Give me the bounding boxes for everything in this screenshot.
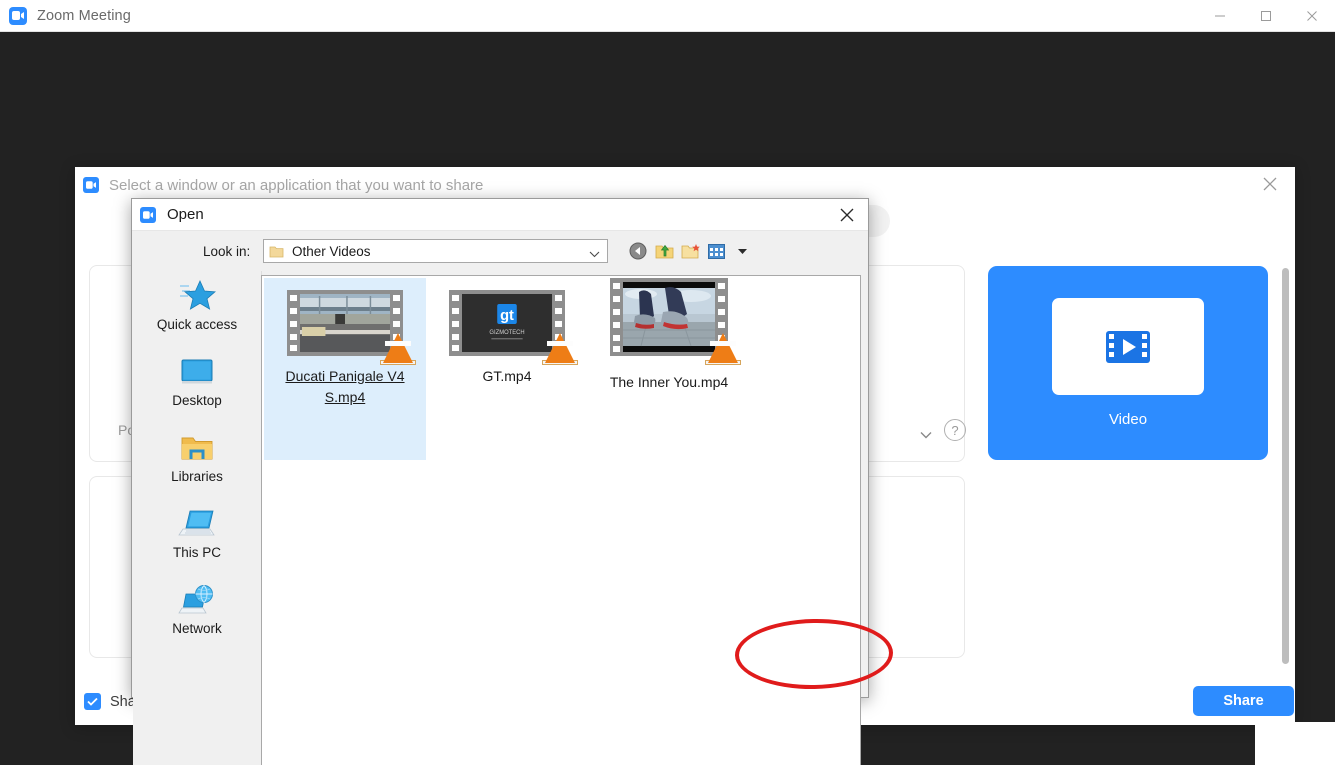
film-perforation: [555, 308, 562, 314]
zoom-camera-icon: [83, 177, 99, 193]
file-name-label: Ducati Panigale V4 S.mp4: [285, 368, 405, 405]
film-perforation: [613, 346, 620, 352]
close-icon[interactable]: [1289, 0, 1335, 31]
film-perforation: [452, 308, 459, 314]
place-network[interactable]: Network: [133, 575, 261, 651]
file-list-view[interactable]: Ducati Panigale V4 S.mp4 gt GIZMOTECH GT…: [261, 275, 861, 765]
share-source-video-label: Video: [1108, 411, 1148, 428]
views-icon[interactable]: [706, 241, 726, 261]
film-perforation: [393, 295, 400, 301]
zoom-camera-icon: [9, 6, 27, 25]
share-button[interactable]: Share: [1193, 686, 1294, 716]
file-name-label: GT.mp4: [482, 368, 532, 384]
look-in-combobox[interactable]: Other Videos: [263, 239, 608, 263]
question-mark-icon[interactable]: ?: [944, 419, 966, 441]
file-name-label: The Inner You.mp4: [609, 374, 729, 390]
place-label: Desktop: [172, 393, 222, 408]
film-perforation: [452, 345, 459, 351]
file-thumbnail: [610, 278, 741, 365]
film-perforation: [613, 309, 620, 315]
app-root: Zoom Meeting Select a window or an appli…: [0, 0, 1335, 765]
look-in-value: Other Videos: [292, 243, 371, 259]
film-perforation: [290, 295, 297, 301]
film-perforation: [290, 321, 297, 327]
film-perforation: [613, 322, 620, 328]
film-perforation: [393, 308, 400, 314]
vlc-cone-icon: [383, 333, 413, 363]
film-perforation: [718, 283, 725, 289]
film-perforation: [452, 321, 459, 327]
film-perforation: [555, 321, 562, 327]
overlap-artifact: [1255, 722, 1335, 765]
up-one-level-icon[interactable]: [654, 241, 674, 261]
open-file-dialog: Open Look in: Other Videos Quick access …: [131, 198, 870, 765]
chevron-down-icon[interactable]: [589, 245, 600, 263]
film-perforation: [555, 295, 562, 301]
film-perforation: [613, 283, 620, 289]
network-globe-icon: [177, 581, 217, 619]
look-in-row: Look in: Other Videos: [132, 238, 870, 270]
checkbox-checked-icon[interactable]: [84, 693, 101, 710]
film-perforation: [718, 296, 725, 302]
place-this-pc[interactable]: This PC: [133, 499, 261, 575]
dialog-title: Open: [167, 206, 204, 223]
os-titlebar: Zoom Meeting: [0, 0, 1335, 32]
file-thumbnail: [287, 290, 416, 365]
libraries-folder-icon: [178, 429, 216, 467]
file-thumbnail: gt GIZMOTECH: [449, 290, 578, 365]
os-window-title: Zoom Meeting: [37, 7, 131, 24]
film-perforation: [718, 309, 725, 315]
places-bar: Quick access Desktop Libraries This PC N…: [133, 271, 262, 765]
views-dropdown-icon[interactable]: [732, 241, 752, 261]
desktop-monitor-icon: [178, 353, 216, 391]
video-clip-icon: [1052, 298, 1204, 395]
film-perforation: [452, 295, 459, 301]
share-panel-scrollbar[interactable]: [1282, 268, 1289, 664]
dialog-titlebar: Open: [132, 199, 868, 231]
film-perforation: [290, 345, 297, 351]
thumbnail-image: gt GIZMOTECH: [462, 294, 552, 352]
thumbnail-image: [623, 282, 715, 352]
folder-icon: [269, 245, 284, 258]
quick-access-star-icon: [178, 277, 216, 315]
close-icon[interactable]: [1261, 175, 1281, 195]
place-label: Libraries: [171, 469, 223, 484]
film-perforation: [290, 334, 297, 340]
place-quick-access[interactable]: Quick access: [133, 271, 261, 347]
thumbnail-image: [300, 294, 390, 352]
look-in-label: Look in:: [203, 244, 251, 259]
film-perforation: [718, 322, 725, 328]
place-label: Network: [172, 621, 222, 636]
film-perforation: [613, 335, 620, 341]
back-icon[interactable]: [628, 241, 648, 261]
svg-text:gt: gt: [500, 308, 514, 324]
place-libraries[interactable]: Libraries: [133, 423, 261, 499]
this-pc-icon: [177, 505, 217, 543]
list-item[interactable]: gt GIZMOTECH GT.mp4: [426, 278, 588, 387]
share-source-video[interactable]: Video: [988, 266, 1268, 460]
list-item[interactable]: Ducati Panigale V4 S.mp4: [264, 278, 426, 460]
place-label: Quick access: [156, 317, 238, 332]
close-icon[interactable]: [836, 204, 858, 226]
film-perforation: [452, 334, 459, 340]
minimize-icon[interactable]: [1197, 0, 1243, 31]
vlc-cone-icon: [708, 333, 738, 363]
share-window-title: Select a window or an application that y…: [109, 176, 484, 194]
film-perforation: [613, 296, 620, 302]
zoom-camera-icon: [140, 206, 156, 223]
dialog-toolbar: [628, 239, 752, 263]
window-controls: [1197, 0, 1335, 31]
place-desktop[interactable]: Desktop: [133, 347, 261, 423]
film-perforation: [290, 308, 297, 314]
list-item[interactable]: The Inner You.mp4: [588, 266, 750, 393]
chevron-down-icon: [920, 426, 932, 442]
place-label: This PC: [172, 545, 221, 560]
new-folder-icon[interactable]: [680, 241, 700, 261]
film-perforation: [393, 321, 400, 327]
maximize-icon[interactable]: [1243, 0, 1289, 31]
vlc-cone-icon: [545, 333, 575, 363]
svg-text:GIZMOTECH: GIZMOTECH: [489, 330, 524, 336]
